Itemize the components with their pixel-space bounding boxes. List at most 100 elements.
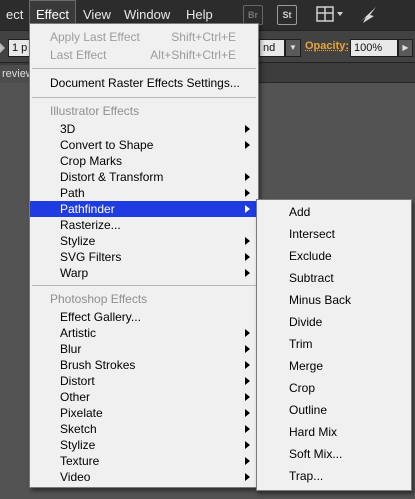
menu-item-label: Stylize (60, 234, 96, 248)
menu-item-label: Crop Marks (60, 154, 123, 168)
menu-item-label: Rasterize... (60, 218, 121, 232)
submenu-item-hard-mix[interactable]: Hard Mix (257, 423, 411, 441)
submenu-item-label: Add (289, 205, 311, 219)
submenu-item-divide[interactable]: Divide (257, 313, 411, 331)
submenu-item-outline[interactable]: Outline (257, 401, 411, 419)
menu-item-label: Distort (60, 374, 95, 388)
stock-icon[interactable]: St (277, 5, 297, 25)
menu-item-label: Sketch (60, 422, 97, 436)
menu-item-label: Video (60, 470, 91, 484)
submenu-item-subtract[interactable]: Subtract (257, 269, 411, 287)
menu-item-rasterize[interactable]: Rasterize... (30, 217, 258, 233)
menu-item-shortcut: Shift+Ctrl+E (171, 30, 236, 44)
workspace-rocket-icon[interactable] (357, 5, 379, 25)
submenu-item-merge[interactable]: Merge (257, 357, 411, 375)
menu-item-artistic[interactable]: Artistic (30, 325, 258, 341)
menu-item-sketch[interactable]: Sketch (30, 421, 258, 437)
menu-item-pathfinder[interactable]: Pathfinder (30, 201, 258, 217)
submenu-item-trap[interactable]: Trap... (257, 467, 411, 485)
submenu-arrow-icon (245, 441, 250, 449)
menu-item-blur[interactable]: Blur (30, 341, 258, 357)
arrange-documents-icon[interactable] (316, 5, 346, 25)
menu-separator (32, 285, 256, 286)
menu-item-label: Brush Strokes (60, 358, 136, 372)
menu-item-3d[interactable]: 3D (30, 121, 258, 137)
menu-item-stylize-photoshop[interactable]: Stylize (30, 437, 258, 453)
menu-item-label: Last Effect (50, 48, 107, 62)
submenu-item-crop[interactable]: Crop (257, 379, 411, 397)
submenu-arrow-icon (245, 473, 250, 481)
submenu-item-label: Subtract (289, 271, 334, 285)
submenu-item-minus-back[interactable]: Minus Back (257, 291, 411, 309)
opacity-label[interactable]: Opacity: (305, 40, 349, 52)
submenu-item-trim[interactable]: Trim (257, 335, 411, 353)
menu-item-label: Path (60, 186, 85, 200)
menu-item-last-effect[interactable]: Last Effect Alt+Shift+Ctrl+E (30, 47, 258, 63)
menu-item-apply-last-effect[interactable]: Apply Last Effect Shift+Ctrl+E (30, 29, 258, 45)
submenu-arrow-icon (245, 173, 250, 181)
menu-item-document-raster-effects-settings[interactable]: Document Raster Effects Settings... (30, 75, 258, 91)
submenu-arrow-icon (245, 269, 250, 277)
menu-item-texture[interactable]: Texture (30, 453, 258, 469)
submenu-arrow-icon (245, 205, 250, 213)
blend-mode-field[interactable]: nd (259, 39, 285, 57)
submenu-item-label: Merge (289, 359, 324, 373)
submenu-item-exclude[interactable]: Exclude (257, 247, 411, 265)
menu-item-label: Distort & Transform (60, 170, 164, 184)
submenu-arrow-icon (245, 329, 250, 337)
menu-item-label: Document Raster Effects Settings... (50, 76, 240, 90)
submenu-item-label: Divide (289, 315, 323, 329)
submenu-item-add[interactable]: Add (257, 203, 411, 221)
menu-item-pixelate[interactable]: Pixelate (30, 405, 258, 421)
menu-item-brush-strokes[interactable]: Brush Strokes (30, 357, 258, 373)
menu-item-label: Other (60, 390, 91, 404)
menu-item-crop-marks[interactable]: Crop Marks (30, 153, 258, 169)
submenu-item-label: Soft Mix... (289, 447, 343, 461)
menu-item-effect-gallery[interactable]: Effect Gallery... (30, 309, 258, 325)
submenu-item-soft-mix[interactable]: Soft Mix... (257, 445, 411, 463)
bridge-icon[interactable]: Br (243, 5, 263, 25)
submenu-item-label: Trap... (289, 469, 324, 483)
menu-item-svg-filters[interactable]: SVG Filters (30, 249, 258, 265)
section-header-label: Photoshop Effects (50, 292, 148, 306)
submenu-arrow-icon (245, 457, 250, 465)
submenu-item-label: Exclude (289, 249, 332, 263)
illustrator-effects-header: Illustrator Effects (30, 103, 258, 119)
menu-item-label: Pixelate (60, 406, 103, 420)
menu-item-label: Artistic (60, 326, 96, 340)
menu-item-stylize[interactable]: Stylize (30, 233, 258, 249)
photoshop-effects-header: Photoshop Effects (30, 291, 258, 307)
menu-item-distort[interactable]: Distort (30, 373, 258, 389)
submenu-arrow-icon (245, 125, 250, 133)
submenu-arrow-icon (245, 361, 250, 369)
opacity-arrow-icon[interactable]: ▶ (398, 39, 413, 57)
submenu-item-label: Intersect (289, 227, 336, 241)
menu-item-shortcut: Alt+Shift+Ctrl+E (150, 48, 236, 62)
menu-item-label: 3D (60, 122, 76, 136)
submenu-item-intersect[interactable]: Intersect (257, 225, 411, 243)
collapse-arrow-icon[interactable] (0, 43, 5, 53)
menu-item-other[interactable]: Other (30, 389, 258, 405)
menu-item-distort-transform[interactable]: Distort & Transform (30, 169, 258, 185)
blend-mode-dropdown-icon[interactable]: ▼ (285, 39, 301, 57)
menu-item-label: Stylize (60, 438, 96, 452)
menu-select[interactable]: ect (0, 0, 29, 30)
submenu-item-label: Crop (289, 381, 316, 395)
menu-item-video[interactable]: Video (30, 469, 258, 485)
submenu-item-label: Trim (289, 337, 313, 351)
menu-item-path[interactable]: Path (30, 185, 258, 201)
submenu-item-label: Hard Mix (289, 425, 338, 439)
submenu-item-label: Minus Back (289, 293, 352, 307)
menu-item-convert-to-shape[interactable]: Convert to Shape (30, 137, 258, 153)
section-header-label: Illustrator Effects (50, 104, 140, 118)
submenu-item-label: Outline (289, 403, 328, 417)
menu-separator (32, 97, 256, 98)
menu-item-label: SVG Filters (60, 250, 122, 264)
submenu-arrow-icon (245, 141, 250, 149)
effect-menu: Apply Last Effect Shift+Ctrl+E Last Effe… (29, 23, 259, 488)
opacity-field[interactable]: 100% (350, 39, 398, 57)
submenu-arrow-icon (245, 377, 250, 385)
menu-item-warp[interactable]: Warp (30, 265, 258, 281)
menu-item-label: Apply Last Effect (50, 30, 140, 44)
menu-item-label: Texture (60, 454, 100, 468)
